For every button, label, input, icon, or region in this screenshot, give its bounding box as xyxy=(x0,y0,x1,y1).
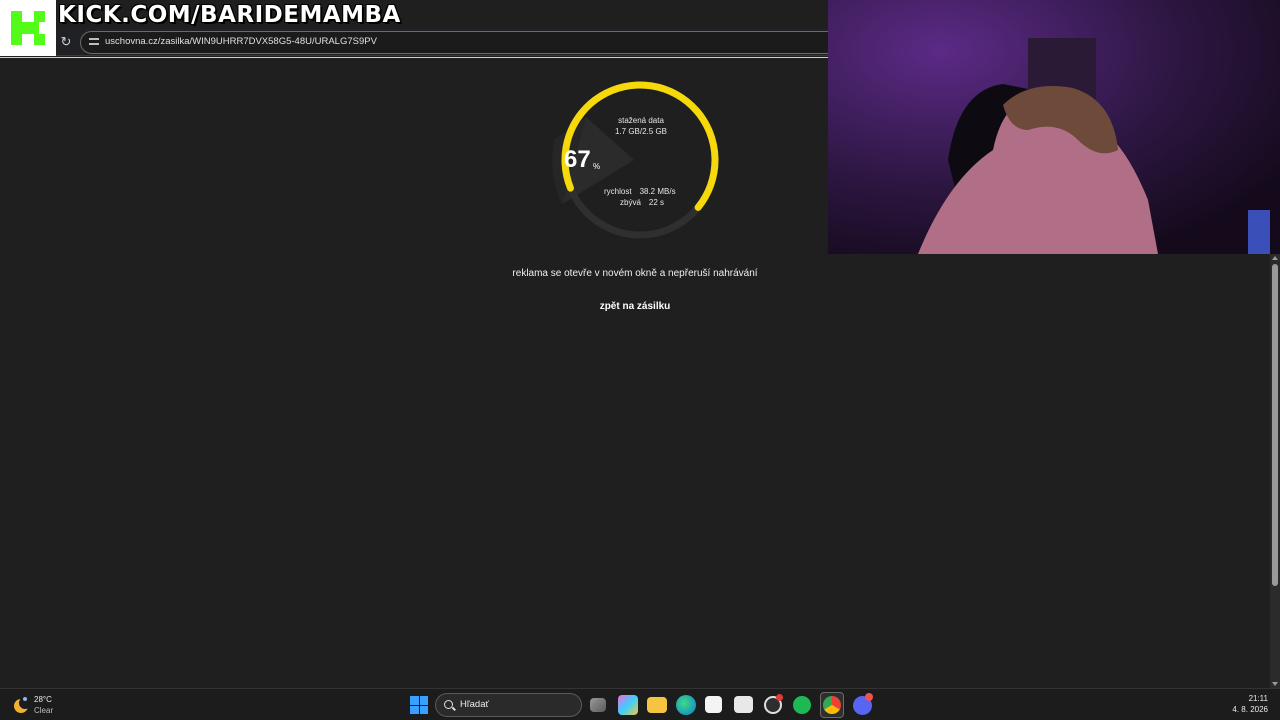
speed-label: rychlost xyxy=(604,187,632,196)
discord-badge-icon xyxy=(865,693,873,701)
progress-percent-unit: % xyxy=(593,162,601,171)
speed-row: rychlost 38.2 MB/s xyxy=(604,187,684,196)
scroll-up-icon[interactable] xyxy=(1272,256,1278,260)
reload-icon[interactable]: ↻ xyxy=(58,34,74,50)
downloaded-label: stažená data xyxy=(618,116,664,125)
scroll-down-icon[interactable] xyxy=(1272,682,1278,686)
remaining-row: zbývá 22 s xyxy=(620,198,672,207)
ad-notice: reklama se otevře v novém okně a nepřeru… xyxy=(512,268,758,279)
outlook-icon[interactable] xyxy=(734,696,753,713)
address-bar[interactable]: uschovna.cz/zasilka/WIN9UHRR7DVX58G5-48U… xyxy=(80,31,840,54)
notification-dot-icon xyxy=(776,694,783,701)
remaining-label: zbývá xyxy=(620,198,641,207)
start-icon[interactable] xyxy=(410,696,428,714)
store-icon[interactable] xyxy=(705,696,722,713)
downloaded-value: 1.7 GB/2.5 GB xyxy=(614,127,668,136)
clock-date: 4. 8. 2026 xyxy=(1232,705,1268,714)
system-clock[interactable]: 21:11 4. 8. 2026 xyxy=(1232,693,1268,715)
tune-icon[interactable] xyxy=(89,37,99,47)
remaining-value: 22 s xyxy=(648,198,665,207)
kick-k-icon xyxy=(11,11,45,45)
copilot-icon[interactable] xyxy=(618,695,638,715)
task-view-icon[interactable] xyxy=(590,698,606,712)
progress-percent: 67 xyxy=(564,146,591,173)
spotify-icon[interactable] xyxy=(793,696,811,714)
webcam-desk-item xyxy=(1248,210,1270,254)
back-to-package-link[interactable]: zpět na zásilku xyxy=(580,301,690,312)
page-scrollbar[interactable] xyxy=(1270,254,1280,688)
url-text[interactable]: uschovna.cz/zasilka/WIN9UHRR7DVX58G5-48U… xyxy=(105,36,377,47)
weather-condition: Clear xyxy=(34,706,54,715)
search-placeholder: Hľadať xyxy=(460,699,490,710)
search-icon xyxy=(444,700,453,709)
moon-icon xyxy=(14,697,30,713)
kick-logo xyxy=(0,0,56,56)
edge-icon[interactable] xyxy=(676,695,696,715)
chrome-icon[interactable] xyxy=(823,696,841,714)
speed-value: 38.2 MB/s xyxy=(639,187,676,196)
file-explorer-icon[interactable] xyxy=(647,697,667,713)
scroll-thumb[interactable] xyxy=(1272,264,1278,586)
taskbar-search[interactable]: Hľadať xyxy=(435,693,582,717)
stream-channel-title: KICK.COM/BARIDEMAMBA xyxy=(58,2,401,28)
weather-temp: 28°C xyxy=(34,695,52,704)
page-divider xyxy=(0,57,828,58)
clock-time: 21:11 xyxy=(1248,694,1268,703)
browser-toolbar: ↻ uschovna.cz/zasilka/WIN9UHRR7DVX58G5-4… xyxy=(56,28,840,56)
webcam-feed xyxy=(828,0,1280,254)
taskbar: 28°C Clear Hľadať 21:11 4. 8. 2026 xyxy=(0,688,1280,720)
weather-widget[interactable]: 28°C Clear xyxy=(12,694,72,718)
